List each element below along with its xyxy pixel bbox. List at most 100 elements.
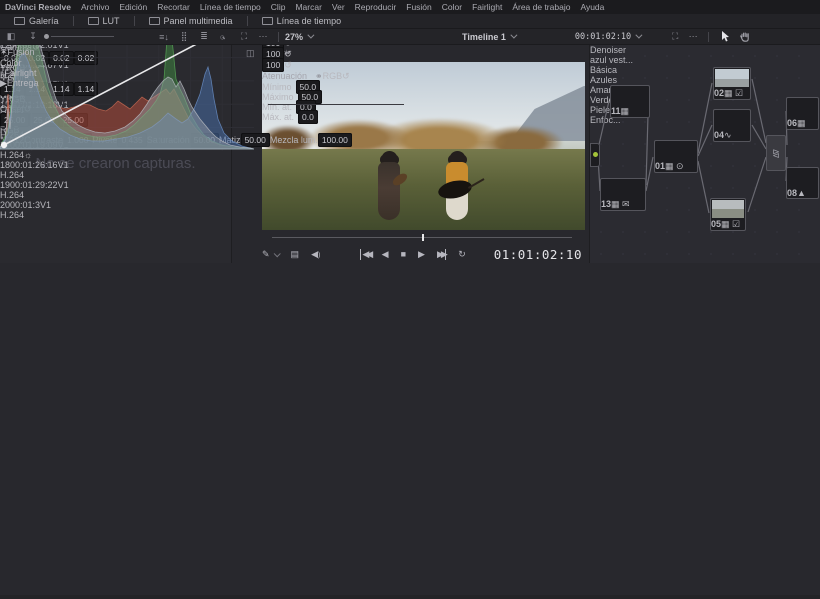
media-tab-label: Línea de tiempo — [277, 16, 342, 26]
thumb-size-slider[interactable] — [44, 34, 114, 39]
galer-a-icon — [14, 17, 25, 25]
transport-controls: ✎ ▤ ◀) ◀◀ ◀ ■ ▶ ▶▶ ↻ 01:01:02:10 — [232, 245, 590, 263]
menu-item-marcar[interactable]: Marcar — [295, 2, 321, 12]
menu-item-ver[interactable]: Ver — [332, 2, 345, 12]
soft-clip-field-value[interactable]: 0.0 — [298, 110, 318, 124]
node-number: 13 — [601, 199, 611, 209]
soft-clip-reset-icon[interactable]: ↺ — [342, 71, 350, 81]
soft-clip-field-label: Mínimo — [262, 82, 292, 92]
corrector-node-13[interactable]: 13▦ ✉ — [600, 178, 646, 211]
page-tab-fusi-n[interactable]: ✶Fusión — [0, 47, 89, 58]
corrector-node-04[interactable]: 04∿ — [713, 109, 751, 142]
viewer-zoom-select[interactable]: 27% — [285, 32, 312, 42]
media-tab-l-nea-de-tiempo[interactable]: Línea de tiempo — [254, 14, 350, 28]
sidebar-toggle-icon[interactable]: ◧ — [0, 31, 22, 42]
loop-button[interactable]: ↻ — [458, 249, 466, 260]
clips-scrollbar[interactable] — [0, 336, 820, 340]
pointer-tool-icon[interactable] — [715, 31, 735, 42]
menu-item-fusi-n[interactable]: Fusión — [406, 2, 432, 12]
davinci-resolve-color-page: { "menu": {"items": ["DaVinci Resolve","… — [0, 0, 820, 599]
media-tab-panel-multimedia[interactable]: Panel multimedia — [141, 14, 241, 28]
video-field — [262, 149, 585, 230]
node-thumbnail — [788, 99, 817, 117]
node-thumbnail — [788, 169, 817, 187]
clip-number-badge: 19 — [0, 180, 10, 190]
page-tab-fairlight[interactable]: ♪Fairlight — [0, 68, 89, 78]
media-tab-galer-a[interactable]: Galería — [6, 14, 67, 28]
bottom-scrollbar[interactable] — [0, 595, 820, 599]
viewer-scrub-bar[interactable] — [272, 237, 572, 238]
menu-item-color[interactable]: Color — [442, 2, 462, 12]
lut-icon — [88, 17, 99, 25]
menu-item-clip[interactable]: Clip — [271, 2, 286, 12]
corrector-node-11[interactable]: 11▦ — [610, 85, 650, 118]
node-number: 04 — [714, 130, 724, 140]
sort-icon[interactable]: ≡↓ — [154, 32, 174, 42]
clip-footer: H.264 — [0, 210, 69, 220]
curve-slider-value[interactable]: 100 — [262, 58, 284, 72]
node-thumbnail — [612, 87, 648, 105]
list-view-icon[interactable]: ≣ — [194, 31, 214, 42]
curves-divider — [268, 104, 404, 105]
node-bar: 04∿ — [714, 130, 750, 141]
menu-item-davinci-resolve[interactable]: DaVinci Resolve — [5, 2, 71, 12]
panel-multimedia-icon — [149, 17, 160, 25]
viewer-timecode-top[interactable]: 00:01:02:10 — [575, 32, 640, 42]
mute-audio-icon[interactable]: ◀) — [311, 249, 320, 260]
corrector-node-05[interactable]: 05▦ ☑ — [710, 198, 746, 231]
node-bar: 08▲ — [787, 188, 818, 198]
page-tab-color[interactable]: Color — [0, 58, 89, 68]
node-thumbnail — [715, 69, 749, 87]
expand-viewer-icon[interactable]: ⛶ — [666, 31, 684, 42]
parallel-mixer-node[interactable]: ⧎ — [766, 135, 786, 171]
menu-item--rea-de-trabajo[interactable]: Área de trabajo — [512, 2, 570, 12]
node-bar: 05▦ ☑ — [711, 219, 745, 230]
corrector-node-08[interactable]: 08▲ — [786, 167, 819, 199]
source-port — [593, 152, 598, 157]
timeline-select[interactable]: Timeline 1 — [462, 32, 515, 42]
clip-header: 2000:01:3V1 — [0, 200, 69, 210]
soft-clip-row: Atenuación⚭RGB↺ — [262, 71, 398, 82]
menu-item-l-nea-de-tiempo[interactable]: Línea de tiempo — [200, 2, 261, 12]
grab-still-icon[interactable]: ↧ — [22, 31, 44, 42]
clip-19[interactable]: 1900:01:29:22V1H.264 — [0, 180, 69, 200]
media-tabs-bar: Galería LUT Panel multimedia Línea de tiemp… — [0, 14, 820, 29]
viewer-options-icon[interactable]: ⋯ — [684, 31, 702, 42]
node-flags-icon: ∿ — [724, 130, 732, 140]
grid-view-icon[interactable]: ⣿ — [174, 31, 194, 42]
corrector-node-02[interactable]: 02▦ ☑ — [713, 67, 751, 100]
color-viewer-icon[interactable] — [648, 32, 666, 41]
curve-slider-reset-icon[interactable]: ↺ — [284, 49, 292, 59]
jump-start-button[interactable]: ◀◀ — [360, 249, 369, 260]
page-tab-entrega[interactable]: ▶Entrega — [0, 78, 89, 89]
clip-footer: H.264 — [0, 190, 69, 200]
media-tab-lut[interactable]: LUT — [80, 14, 128, 28]
menu-item-reproducir[interactable]: Reproducir — [355, 2, 397, 12]
clip-18[interactable]: 1800:01:26:16V1H.264 — [0, 160, 69, 180]
step-back-button[interactable]: ◀ — [382, 249, 389, 260]
clip-20[interactable]: 2000:01:3V1H.264 — [0, 200, 69, 220]
menu-item-edici-n[interactable]: Edición — [119, 2, 147, 12]
menu-item-recortar[interactable]: Recortar — [157, 2, 190, 12]
menu-item-fairlight[interactable]: Fairlight — [472, 2, 502, 12]
gallery-options-icon[interactable]: ⋯ — [254, 31, 272, 42]
stop-button[interactable]: ■ — [401, 249, 406, 259]
corrector-node-06[interactable]: 06▦ — [786, 97, 819, 130]
curve-slider-reset-icon[interactable]: ↺ — [284, 60, 292, 70]
node-number: 08 — [787, 188, 797, 198]
menu-item-ayuda[interactable]: Ayuda — [580, 2, 604, 12]
search-icon[interactable]: ○ — [214, 32, 234, 42]
fusión-page-icon: ✶ — [0, 47, 8, 57]
grab-color-icon[interactable]: ✎ — [262, 249, 279, 260]
page-tab-label: Fairlight — [5, 68, 37, 78]
soft-clip-field: Máx. at.0.0 — [262, 112, 410, 122]
fullscreen-icon[interactable]: ⛶ — [234, 31, 254, 42]
menu-item-archivo[interactable]: Archivo — [81, 2, 109, 12]
wipe-modes-icon[interactable]: ▤ — [291, 249, 300, 260]
corrector-node-01[interactable]: 01▦ ⊙ — [654, 140, 698, 173]
jump-end-button[interactable]: ▶▶ — [437, 249, 446, 260]
source-node[interactable] — [590, 143, 600, 167]
node-flags-icon: ▦ — [621, 106, 630, 116]
play-button[interactable]: ▶ — [418, 249, 425, 260]
hand-tool-icon[interactable] — [735, 32, 755, 42]
